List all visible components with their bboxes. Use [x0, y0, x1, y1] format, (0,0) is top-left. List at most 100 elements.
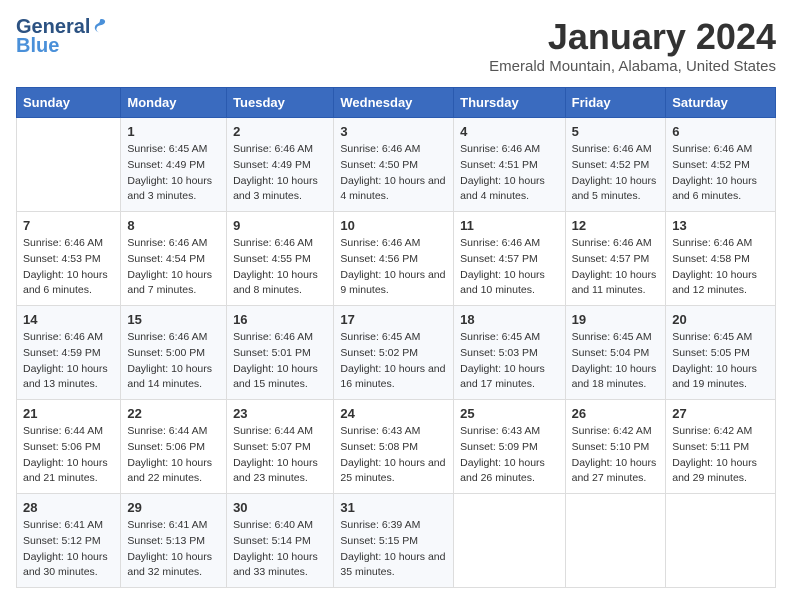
day-cell: 3 Sunrise: 6:46 AM Sunset: 4:50 PM Dayli…: [334, 118, 454, 212]
day-cell: 16 Sunrise: 6:46 AM Sunset: 5:01 PM Dayl…: [227, 306, 334, 400]
day-number: 6: [672, 124, 769, 139]
weekday-header-friday: Friday: [565, 88, 666, 118]
day-info: Sunrise: 6:46 AM Sunset: 4:52 PM Dayligh…: [672, 142, 769, 205]
day-number: 11: [460, 218, 558, 233]
day-info: Sunrise: 6:46 AM Sunset: 4:52 PM Dayligh…: [572, 142, 660, 205]
day-number: 19: [572, 312, 660, 327]
day-info: Sunrise: 6:46 AM Sunset: 4:54 PM Dayligh…: [127, 236, 220, 299]
calendar-header: SundayMondayTuesdayWednesdayThursdayFrid…: [17, 88, 776, 118]
day-cell: 20 Sunrise: 6:45 AM Sunset: 5:05 PM Dayl…: [666, 306, 776, 400]
day-number: 29: [127, 500, 220, 515]
day-cell: [666, 494, 776, 588]
day-cell: 6 Sunrise: 6:46 AM Sunset: 4:52 PM Dayli…: [666, 118, 776, 212]
day-number: 21: [23, 406, 114, 421]
day-cell: 12 Sunrise: 6:46 AM Sunset: 4:57 PM Dayl…: [565, 212, 666, 306]
day-cell: 7 Sunrise: 6:46 AM Sunset: 4:53 PM Dayli…: [17, 212, 121, 306]
logo: General Blue: [16, 16, 108, 58]
day-cell: [17, 118, 121, 212]
day-info: Sunrise: 6:40 AM Sunset: 5:14 PM Dayligh…: [233, 518, 327, 581]
weekday-header-thursday: Thursday: [454, 88, 565, 118]
day-number: 20: [672, 312, 769, 327]
day-number: 2: [233, 124, 327, 139]
weekday-header-monday: Monday: [121, 88, 227, 118]
day-info: Sunrise: 6:46 AM Sunset: 4:50 PM Dayligh…: [340, 142, 447, 205]
calendar-title: January 2024: [489, 16, 776, 58]
day-info: Sunrise: 6:46 AM Sunset: 4:57 PM Dayligh…: [572, 236, 660, 299]
day-cell: [454, 494, 565, 588]
day-info: Sunrise: 6:42 AM Sunset: 5:10 PM Dayligh…: [572, 424, 660, 487]
day-number: 28: [23, 500, 114, 515]
day-cell: 1 Sunrise: 6:45 AM Sunset: 4:49 PM Dayli…: [121, 118, 227, 212]
day-number: 25: [460, 406, 558, 421]
day-number: 15: [127, 312, 220, 327]
day-number: 24: [340, 406, 447, 421]
calendar-table: SundayMondayTuesdayWednesdayThursdayFrid…: [16, 87, 776, 588]
day-number: 8: [127, 218, 220, 233]
day-info: Sunrise: 6:45 AM Sunset: 5:03 PM Dayligh…: [460, 330, 558, 393]
day-info: Sunrise: 6:46 AM Sunset: 4:57 PM Dayligh…: [460, 236, 558, 299]
day-info: Sunrise: 6:43 AM Sunset: 5:09 PM Dayligh…: [460, 424, 558, 487]
day-number: 7: [23, 218, 114, 233]
day-number: 5: [572, 124, 660, 139]
day-cell: 2 Sunrise: 6:46 AM Sunset: 4:49 PM Dayli…: [227, 118, 334, 212]
day-cell: 9 Sunrise: 6:46 AM Sunset: 4:55 PM Dayli…: [227, 212, 334, 306]
day-cell: [565, 494, 666, 588]
day-number: 17: [340, 312, 447, 327]
week-row-3: 14 Sunrise: 6:46 AM Sunset: 4:59 PM Dayl…: [17, 306, 776, 400]
day-number: 31: [340, 500, 447, 515]
day-cell: 29 Sunrise: 6:41 AM Sunset: 5:13 PM Dayl…: [121, 494, 227, 588]
day-number: 9: [233, 218, 327, 233]
day-cell: 22 Sunrise: 6:44 AM Sunset: 5:06 PM Dayl…: [121, 400, 227, 494]
day-info: Sunrise: 6:46 AM Sunset: 5:01 PM Dayligh…: [233, 330, 327, 393]
day-number: 26: [572, 406, 660, 421]
day-info: Sunrise: 6:44 AM Sunset: 5:06 PM Dayligh…: [23, 424, 114, 487]
day-cell: 26 Sunrise: 6:42 AM Sunset: 5:10 PM Dayl…: [565, 400, 666, 494]
day-info: Sunrise: 6:39 AM Sunset: 5:15 PM Dayligh…: [340, 518, 447, 581]
day-info: Sunrise: 6:46 AM Sunset: 4:56 PM Dayligh…: [340, 236, 447, 299]
day-number: 18: [460, 312, 558, 327]
day-info: Sunrise: 6:46 AM Sunset: 4:51 PM Dayligh…: [460, 142, 558, 205]
calendar-body: 1 Sunrise: 6:45 AM Sunset: 4:49 PM Dayli…: [17, 118, 776, 588]
day-info: Sunrise: 6:46 AM Sunset: 4:49 PM Dayligh…: [233, 142, 327, 205]
day-number: 4: [460, 124, 558, 139]
day-number: 10: [340, 218, 447, 233]
day-info: Sunrise: 6:44 AM Sunset: 5:06 PM Dayligh…: [127, 424, 220, 487]
day-info: Sunrise: 6:46 AM Sunset: 5:00 PM Dayligh…: [127, 330, 220, 393]
day-cell: 31 Sunrise: 6:39 AM Sunset: 5:15 PM Dayl…: [334, 494, 454, 588]
day-cell: 17 Sunrise: 6:45 AM Sunset: 5:02 PM Dayl…: [334, 306, 454, 400]
weekday-header-row: SundayMondayTuesdayWednesdayThursdayFrid…: [17, 88, 776, 118]
day-info: Sunrise: 6:43 AM Sunset: 5:08 PM Dayligh…: [340, 424, 447, 487]
day-info: Sunrise: 6:41 AM Sunset: 5:13 PM Dayligh…: [127, 518, 220, 581]
day-info: Sunrise: 6:45 AM Sunset: 5:04 PM Dayligh…: [572, 330, 660, 393]
day-info: Sunrise: 6:45 AM Sunset: 5:02 PM Dayligh…: [340, 330, 447, 393]
page-header: General Blue January 2024 Emerald Mounta…: [16, 16, 776, 75]
day-info: Sunrise: 6:45 AM Sunset: 4:49 PM Dayligh…: [127, 142, 220, 205]
day-number: 3: [340, 124, 447, 139]
day-cell: 24 Sunrise: 6:43 AM Sunset: 5:08 PM Dayl…: [334, 400, 454, 494]
day-info: Sunrise: 6:46 AM Sunset: 4:58 PM Dayligh…: [672, 236, 769, 299]
week-row-1: 1 Sunrise: 6:45 AM Sunset: 4:49 PM Dayli…: [17, 118, 776, 212]
day-cell: 8 Sunrise: 6:46 AM Sunset: 4:54 PM Dayli…: [121, 212, 227, 306]
calendar-subtitle: Emerald Mountain, Alabama, United States: [489, 58, 776, 75]
day-cell: 5 Sunrise: 6:46 AM Sunset: 4:52 PM Dayli…: [565, 118, 666, 212]
day-cell: 27 Sunrise: 6:42 AM Sunset: 5:11 PM Dayl…: [666, 400, 776, 494]
weekday-header-wednesday: Wednesday: [334, 88, 454, 118]
day-cell: 18 Sunrise: 6:45 AM Sunset: 5:03 PM Dayl…: [454, 306, 565, 400]
day-number: 30: [233, 500, 327, 515]
day-info: Sunrise: 6:41 AM Sunset: 5:12 PM Dayligh…: [23, 518, 114, 581]
day-cell: 21 Sunrise: 6:44 AM Sunset: 5:06 PM Dayl…: [17, 400, 121, 494]
week-row-4: 21 Sunrise: 6:44 AM Sunset: 5:06 PM Dayl…: [17, 400, 776, 494]
day-cell: 4 Sunrise: 6:46 AM Sunset: 4:51 PM Dayli…: [454, 118, 565, 212]
day-cell: 23 Sunrise: 6:44 AM Sunset: 5:07 PM Dayl…: [227, 400, 334, 494]
day-cell: 10 Sunrise: 6:46 AM Sunset: 4:56 PM Dayl…: [334, 212, 454, 306]
week-row-5: 28 Sunrise: 6:41 AM Sunset: 5:12 PM Dayl…: [17, 494, 776, 588]
day-info: Sunrise: 6:45 AM Sunset: 5:05 PM Dayligh…: [672, 330, 769, 393]
day-number: 22: [127, 406, 220, 421]
day-number: 12: [572, 218, 660, 233]
day-info: Sunrise: 6:46 AM Sunset: 4:53 PM Dayligh…: [23, 236, 114, 299]
day-number: 23: [233, 406, 327, 421]
weekday-header-saturday: Saturday: [666, 88, 776, 118]
day-info: Sunrise: 6:42 AM Sunset: 5:11 PM Dayligh…: [672, 424, 769, 487]
day-number: 1: [127, 124, 220, 139]
day-cell: 19 Sunrise: 6:45 AM Sunset: 5:04 PM Dayl…: [565, 306, 666, 400]
